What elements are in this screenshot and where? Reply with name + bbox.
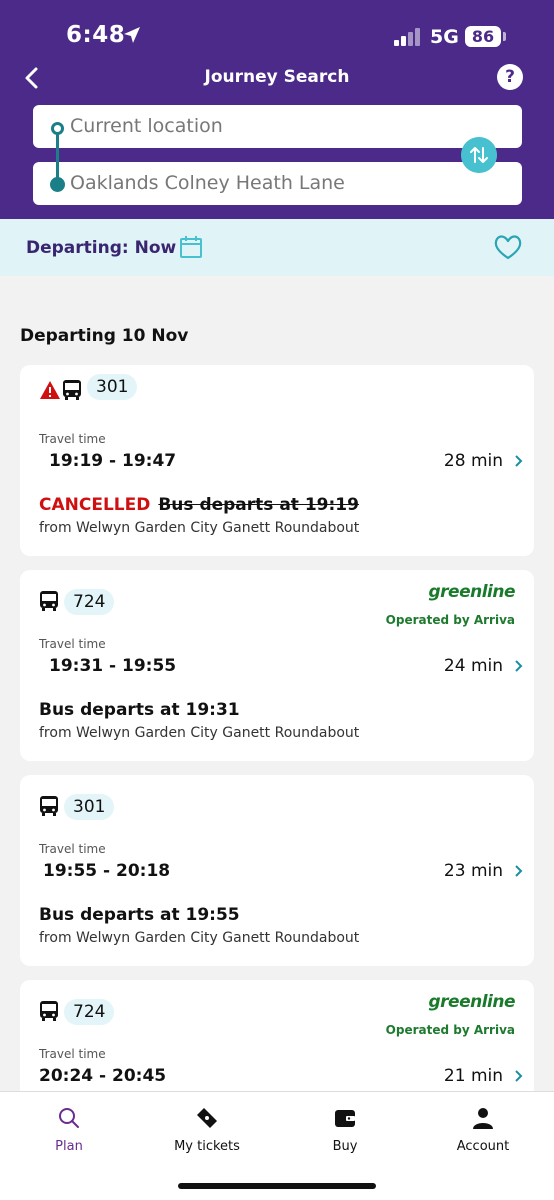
tab-my-tickets[interactable]: My tickets xyxy=(138,1092,276,1172)
bus-icon xyxy=(40,591,58,611)
journey-card[interactable]: 301 Travel time 19:19 - 19:47 28 min CAN… xyxy=(20,365,534,556)
tab-label: Buy xyxy=(332,1139,358,1154)
calendar-icon[interactable] xyxy=(179,235,203,259)
bus-icon xyxy=(40,796,58,816)
operator-logo: greenline xyxy=(428,992,515,1012)
tab-label: Account xyxy=(456,1139,510,1154)
bus-icon xyxy=(40,1001,58,1021)
origin-dot-icon xyxy=(51,122,64,135)
signal-icon xyxy=(394,28,422,46)
chevron-right-icon xyxy=(515,865,523,877)
search-icon xyxy=(59,1108,79,1128)
chevron-right-icon xyxy=(515,455,523,467)
travel-times: 19:19 - 19:47 xyxy=(49,451,177,471)
journey-card[interactable]: 301 Travel time 19:55 - 20:18 23 min Bus… xyxy=(20,775,534,966)
departing-bar: Departing: Now xyxy=(0,219,554,276)
chevron-right-icon xyxy=(515,1070,523,1082)
page-title: Journey Search xyxy=(204,67,350,87)
ticket-icon xyxy=(197,1108,217,1128)
travel-time-label: Travel time xyxy=(39,637,106,651)
departure-time: Bus departs at 19:31 xyxy=(39,700,240,720)
home-indicator xyxy=(178,1183,376,1189)
travel-duration: 21 min xyxy=(443,1066,503,1086)
nav-bar: Journey Search ? xyxy=(0,60,554,96)
tab-buy[interactable]: Buy xyxy=(276,1092,414,1172)
travel-time-label: Travel time xyxy=(39,432,106,446)
travel-times: 20:24 - 20:45 xyxy=(39,1066,167,1086)
bus-icon xyxy=(63,380,81,400)
tab-label: Plan xyxy=(55,1139,83,1154)
operator-label: Operated by Arriva xyxy=(385,1023,515,1037)
travel-duration: 28 min xyxy=(443,451,503,471)
tab-account[interactable]: Account xyxy=(414,1092,552,1172)
travel-times: 19:31 - 19:55 xyxy=(49,656,177,676)
travel-times: 19:55 - 20:18 xyxy=(43,861,171,881)
departure-stop: from Welwyn Garden City Ganett Roundabou… xyxy=(39,930,360,946)
header: 6:48 5G 86 Journey Search ? Current loca… xyxy=(0,0,554,219)
travel-time-label: Travel time xyxy=(39,842,106,856)
help-button[interactable]: ? xyxy=(497,64,523,90)
favourite-heart-icon[interactable] xyxy=(493,233,523,261)
battery-icon: 86 xyxy=(465,26,501,47)
cancelled-label: CANCELLED xyxy=(39,495,151,515)
wallet-icon xyxy=(335,1110,355,1127)
chevron-right-icon xyxy=(515,660,523,672)
travel-duration: 24 min xyxy=(443,656,503,676)
departure-status: CANCELLED Bus departs at 19:19 xyxy=(39,495,359,515)
tab-label: My tickets xyxy=(174,1139,240,1154)
route-connector xyxy=(56,128,59,184)
operator-label: Operated by Arriva xyxy=(385,613,515,627)
swap-locations-button[interactable] xyxy=(461,137,497,173)
network-label: 5G xyxy=(430,26,459,48)
route-badge: 724 xyxy=(64,999,115,1025)
from-location-field[interactable]: Current location xyxy=(33,105,522,148)
departure-stop: from Welwyn Garden City Ganett Roundabou… xyxy=(39,725,360,741)
route-badge: 301 xyxy=(87,374,138,400)
tab-plan[interactable]: Plan xyxy=(0,1092,138,1172)
journey-card[interactable]: 724 greenline Operated by Arriva Travel … xyxy=(20,570,534,761)
destination-dot-icon xyxy=(50,177,65,192)
route-badge: 724 xyxy=(64,589,115,615)
operator-logo: greenline xyxy=(428,582,515,602)
section-title: Departing 10 Nov xyxy=(20,326,189,346)
departure-time-struck: Bus departs at 19:19 xyxy=(158,495,359,515)
warning-icon xyxy=(40,381,60,399)
travel-time-label: Travel time xyxy=(39,1047,106,1061)
status-time: 6:48 xyxy=(66,22,126,48)
route-badge: 301 xyxy=(64,794,115,820)
departure-stop: from Welwyn Garden City Ganett Roundabou… xyxy=(39,520,360,536)
departing-time-selector[interactable]: Departing: Now xyxy=(26,238,176,258)
to-location-field[interactable]: Oaklands Colney Heath Lane xyxy=(33,162,522,205)
person-icon xyxy=(473,1108,493,1129)
travel-duration: 23 min xyxy=(443,861,503,881)
location-arrow-icon xyxy=(124,27,140,43)
departure-time: Bus departs at 19:55 xyxy=(39,905,240,925)
